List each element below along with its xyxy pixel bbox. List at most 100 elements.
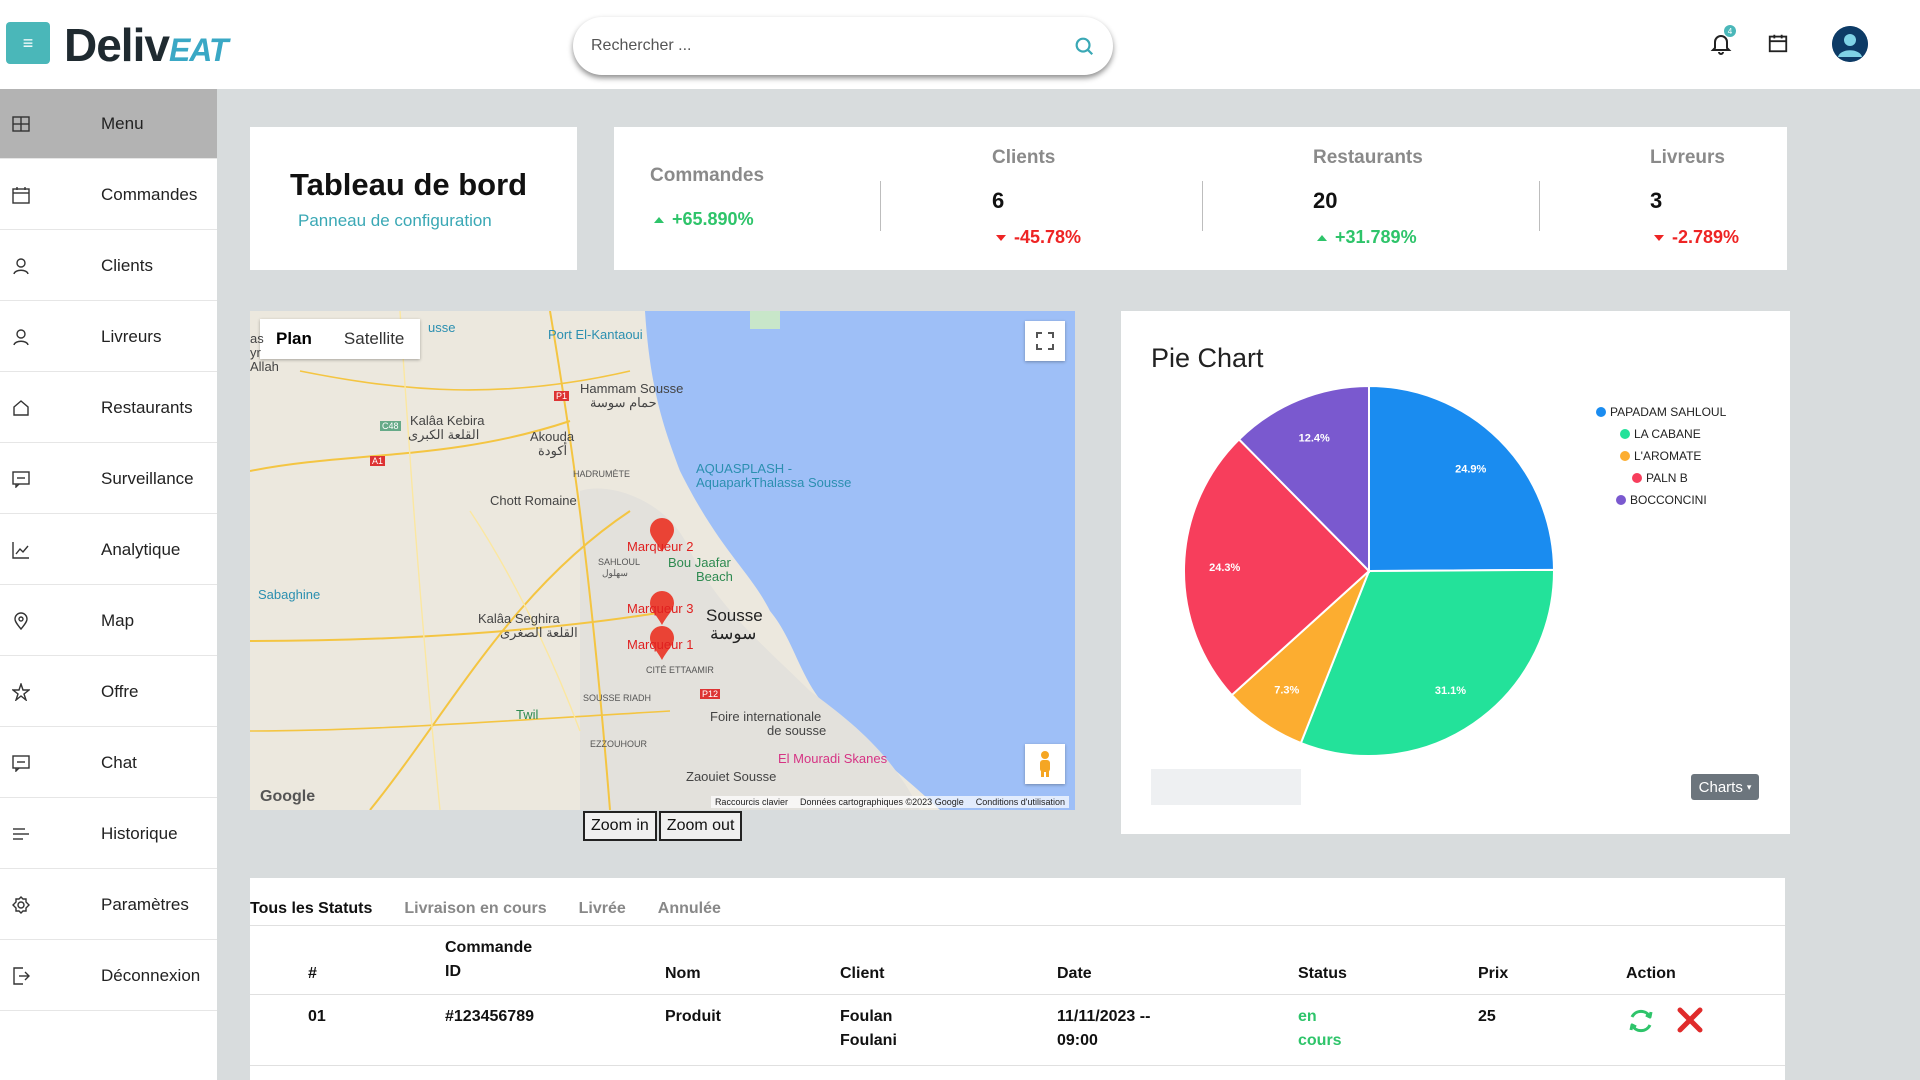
sidebar-item-offre[interactable]: Offre [0, 657, 217, 727]
map-place-label: HADRUMÈTE [573, 469, 631, 479]
calendar-icon [1768, 34, 1788, 53]
message-icon [12, 470, 30, 488]
cell-status-line2: cours [1298, 1032, 1342, 1049]
map-place-label: Kalâa Seghira [478, 611, 560, 626]
map-place-label: سهلول [602, 568, 628, 578]
stat-livreurs-value: 3 [1650, 188, 1663, 213]
sidebar-item-label: Chat [101, 752, 137, 772]
map-place-label: as [250, 331, 264, 346]
sidebar-item-chat[interactable]: Chat [0, 728, 217, 798]
search-input[interactable] [591, 37, 1073, 55]
sidebar-item-surveillance[interactable]: Surveillance [0, 444, 217, 514]
sidebar-item-menu[interactable]: Menu [0, 89, 217, 159]
arrow-down-icon [996, 234, 1006, 241]
charts-dropdown-button[interactable]: Charts ▾ [1691, 774, 1759, 800]
location-icon [14, 611, 28, 630]
tab-cancelled[interactable]: Annulée [658, 900, 721, 918]
map-place-label: Allah [250, 359, 279, 374]
app-logo[interactable]: Deliv EAT [64, 18, 229, 71]
map-data-credit: Données cartographiques ©2023 Google [799, 797, 964, 807]
cell-status-line1: en [1298, 1008, 1317, 1025]
legend-item[interactable]: LA CABANE [1596, 423, 1726, 445]
map-view[interactable]: Plan Satellite as yr Allah usse Port El-… [250, 311, 1075, 810]
refresh-icon[interactable] [1626, 1006, 1656, 1036]
sidebar-item-parametres[interactable]: Paramètres [0, 870, 217, 940]
user-icon [13, 257, 29, 274]
map-place-label: Sousse [706, 606, 763, 625]
cell-client-line1: Foulan [840, 1008, 893, 1025]
tab-plan[interactable]: Plan [260, 319, 328, 359]
legend-item[interactable]: BOCCONCINI [1596, 489, 1726, 511]
sidebar-item-label: Historique [101, 823, 178, 843]
divider [1539, 181, 1540, 231]
arrow-up-icon [654, 216, 664, 223]
sidebar-item-label: Livreurs [101, 326, 162, 346]
keyboard-shortcuts-link[interactable]: Raccourcis clavier [715, 797, 788, 807]
sidebar-item-label: Paramètres [101, 894, 189, 914]
calendar-button[interactable] [1763, 28, 1793, 58]
pie-slice[interactable] [1368, 384, 1556, 573]
cell-date: 11/11/2023 -- 09:00 [1057, 1005, 1150, 1053]
map-marker-label: Marqueur 3 [627, 601, 694, 616]
menu-toggle-button[interactable]: ≡ [6, 22, 50, 64]
divider [1202, 181, 1203, 231]
sidebar-item-deconnexion[interactable]: Déconnexion [0, 941, 217, 1011]
terms-link[interactable]: Conditions d'utilisation [976, 797, 1065, 807]
map-place-label: القلعة الصغرى [500, 625, 578, 640]
sidebar-item-historique[interactable]: Historique [0, 799, 217, 869]
column-header-command-id: Commande ID [445, 936, 532, 984]
gear-icon [12, 895, 30, 914]
fullscreen-button[interactable] [1025, 321, 1065, 361]
sidebar-item-label: Analytique [101, 539, 181, 559]
legend-item[interactable]: PAPADAM SAHLOUL [1596, 401, 1726, 423]
caret-down-icon: ▾ [1746, 781, 1752, 792]
street-view-button[interactable] [1025, 744, 1065, 784]
road-sign: P1 [554, 391, 570, 401]
sidebar-item-restaurants[interactable]: Restaurants [0, 373, 217, 443]
column-header-action: Action [1626, 965, 1676, 982]
legend-swatch [1632, 473, 1642, 483]
column-header-date: Date [1057, 965, 1092, 982]
tab-in-delivery[interactable]: Livraison en cours [404, 900, 546, 918]
stat-restaurants-value: 20 [1313, 188, 1338, 213]
map-type-control: Plan Satellite [260, 319, 421, 359]
notifications-button[interactable]: 4 [1706, 25, 1736, 58]
sidebar-item-label: Clients [101, 255, 153, 275]
legend-item[interactable]: L'AROMATE [1596, 445, 1726, 467]
zoom-in-button[interactable]: Zoom in [583, 811, 657, 841]
column-header-status: Status [1298, 965, 1347, 982]
sidebar-item-livreurs[interactable]: Livreurs [0, 302, 217, 372]
tab-all-statuses[interactable]: Tous les Statuts [250, 900, 372, 918]
zoom-out-button[interactable]: Zoom out [658, 811, 743, 841]
sidebar-item-commandes[interactable]: Commandes [0, 160, 217, 230]
divider [250, 925, 1785, 926]
sidebar-item-label: Menu [101, 113, 144, 133]
cell-client-line2: Foulani [840, 1032, 897, 1049]
cell-date-line1: 11/11/2023 -- [1057, 1008, 1151, 1025]
sidebar-item-analytique[interactable]: Analytique [0, 515, 217, 585]
cell-status: en cours [1298, 1005, 1342, 1053]
sidebar-item-label: Commandes [101, 184, 198, 204]
orders-card: Tous les Statuts Livraison en cours Livr… [250, 878, 1785, 1080]
map-place-label: سوسة [710, 624, 757, 643]
zoom-controls: Zoom in Zoom out [583, 811, 743, 841]
user-avatar[interactable] [1832, 26, 1868, 62]
search-icon[interactable] [1073, 35, 1095, 57]
sidebar-item-map[interactable]: Map [0, 586, 217, 656]
column-header-client: Client [840, 965, 885, 982]
map-place-label: SAHLOUL [598, 557, 641, 567]
sidebar-item-clients[interactable]: Clients [0, 231, 217, 301]
pie-chart-card: Pie Chart 24.9% 31.1% 7.3% 24.3% 12.4% PAPAD… [1121, 311, 1790, 834]
chat-icon [12, 754, 30, 772]
road-sign: A1 [370, 456, 386, 466]
column-header-nom: Nom [665, 965, 701, 982]
top-bar: ≡ Deliv EAT 4 [0, 0, 1920, 89]
page-subtitle[interactable]: Panneau de configuration [298, 211, 492, 231]
chart-legend: PAPADAM SAHLOUL LA CABANE L'AROMATE PALN B B… [1596, 401, 1726, 511]
hamburger-icon: ≡ [22, 32, 34, 53]
delete-icon[interactable] [1675, 1005, 1705, 1035]
legend-swatch [1620, 451, 1630, 461]
tab-delivered[interactable]: Livrée [579, 900, 626, 918]
legend-item[interactable]: PALN B [1596, 467, 1726, 489]
tab-satellite[interactable]: Satellite [328, 319, 420, 359]
